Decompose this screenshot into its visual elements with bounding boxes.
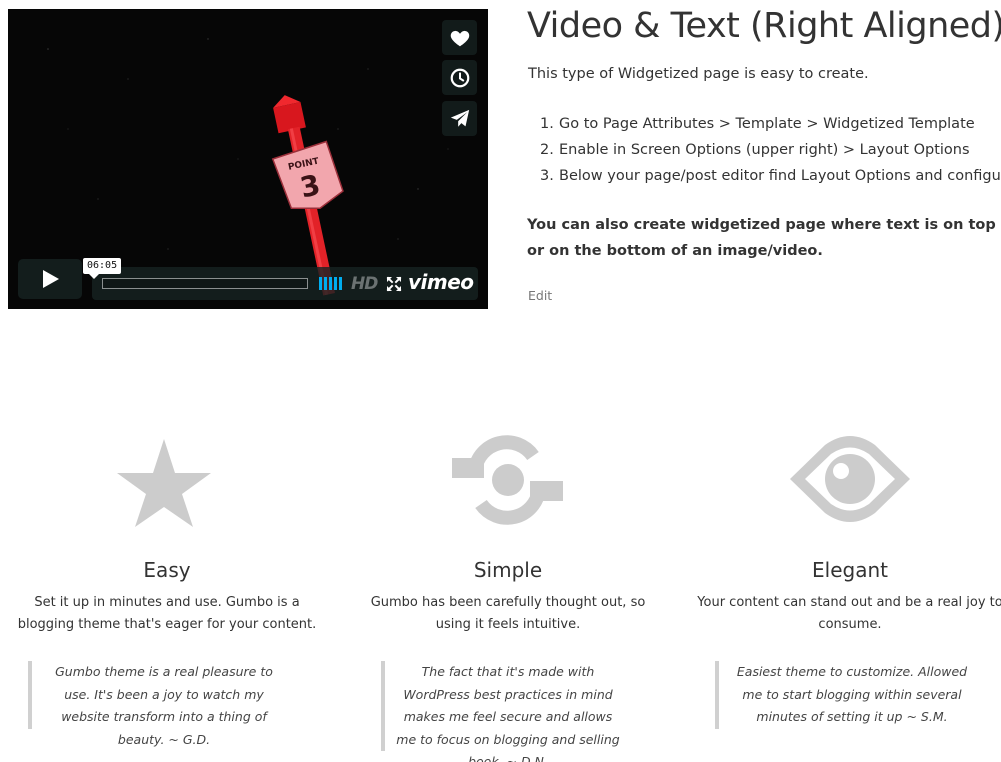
list-item: 3. Below your page/post editor find Layou… xyxy=(540,166,1001,192)
step-text: Below your page/post editor find Layout … xyxy=(559,168,1001,184)
list-item: 2. Enable in Screen Options (upper right)… xyxy=(540,140,1001,166)
player-controls: HD vimeo xyxy=(92,267,478,300)
step-number: 2. xyxy=(540,142,554,158)
testimonial-quote: The fact that it's made with WordPress b… xyxy=(381,661,631,762)
eye-icon xyxy=(790,436,910,522)
step-text: Go to Page Attributes > Template > Widge… xyxy=(559,116,975,132)
feature-title: Easy xyxy=(143,558,191,582)
feature-title: Simple xyxy=(473,558,543,582)
note-text: You can also create widgetized page wher… xyxy=(527,217,996,259)
testimonial-quote: Easiest theme to customize. Allowed me t… xyxy=(715,661,985,729)
watch-later-button[interactable] xyxy=(442,60,477,95)
testimonial-quote: Gumbo theme is a real pleasure to use. I… xyxy=(28,661,296,747)
hd-toggle[interactable]: HD xyxy=(351,274,378,294)
intro-text: This type of Widgetized page is easy to … xyxy=(528,66,869,82)
video-player[interactable]: POINT 3 HD vimeo 06:05 xyxy=(8,9,488,309)
time-tooltip: 06:05 xyxy=(83,258,122,279)
feature-description: Gumbo has been carefully thought out, so… xyxy=(370,595,646,632)
play-icon xyxy=(43,270,59,288)
volume-bar xyxy=(339,277,342,290)
page-title: Video & Text (Right Aligned) xyxy=(527,6,1001,46)
steps-list: 1. Go to Page Attributes > Template > Wid… xyxy=(540,114,1001,192)
volume-bar xyxy=(329,277,332,290)
step-text: Enable in Screen Options (upper right) >… xyxy=(559,142,970,158)
feature-title: Elegant xyxy=(812,558,888,582)
share-button[interactable] xyxy=(442,101,477,136)
volume-control[interactable] xyxy=(319,277,343,290)
play-button[interactable] xyxy=(18,259,82,299)
list-item: 1. Go to Page Attributes > Template > Wid… xyxy=(540,114,1001,140)
heart-icon xyxy=(450,30,469,46)
clock-icon xyxy=(450,68,469,87)
feature-description: Your content can stand out and be a real… xyxy=(697,595,1001,632)
progress-bar[interactable] xyxy=(102,278,308,289)
edit-link[interactable]: Edit xyxy=(528,288,552,303)
fullscreen-icon[interactable] xyxy=(386,276,402,292)
volume-bar xyxy=(319,277,322,290)
step-number: 3. xyxy=(540,168,554,184)
step-number: 1. xyxy=(540,116,554,132)
paper-plane-icon xyxy=(450,109,469,127)
feature-description: Set it up in minutes and use. Gumbo is a… xyxy=(17,595,317,632)
like-button[interactable] xyxy=(442,20,477,55)
vimeo-logo[interactable]: vimeo xyxy=(408,270,474,294)
volume-bar xyxy=(334,277,337,290)
star-icon xyxy=(117,439,211,527)
link-icon xyxy=(452,435,563,525)
volume-bar xyxy=(324,277,327,290)
